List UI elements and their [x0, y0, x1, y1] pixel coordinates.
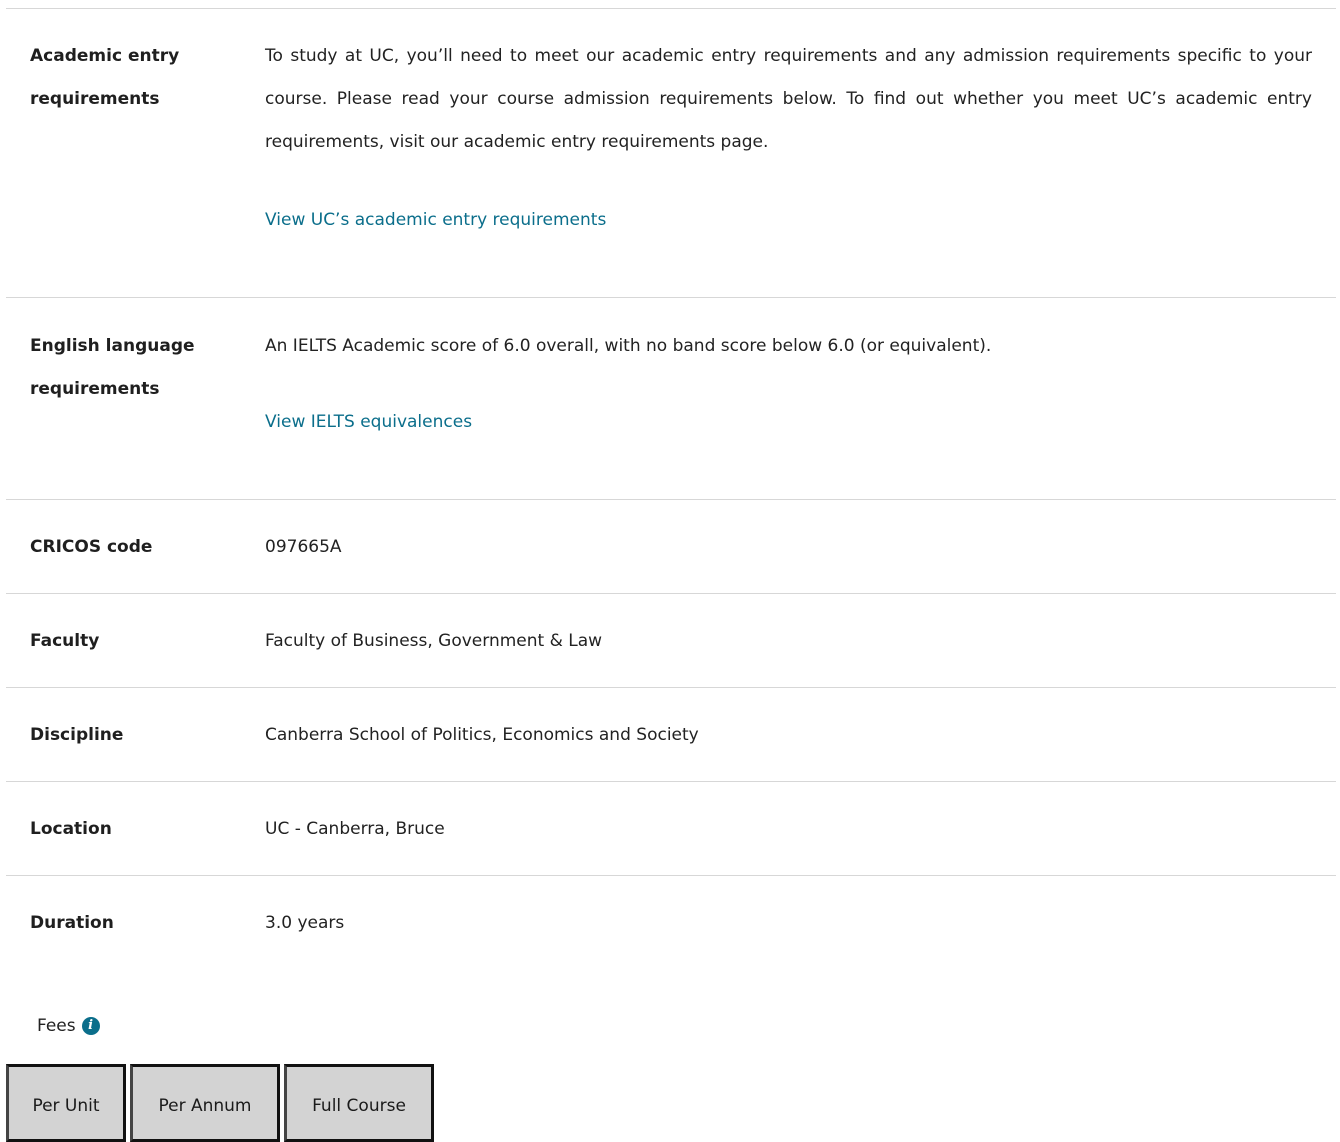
academic-entry-label-line1: Academic entry [30, 46, 180, 66]
location-label: Location [30, 819, 112, 839]
cricos-code-label: CRICOS code [30, 537, 153, 557]
english-language-label-line1: English language [30, 336, 195, 356]
duration-value: 3.0 years [265, 913, 345, 933]
academic-entry-requirements-link[interactable]: View UC’s academic entry requirements [265, 208, 606, 232]
divider [6, 687, 1336, 688]
discipline-value: Canberra School of Politics, Economics a… [265, 725, 699, 745]
info-circle-icon[interactable]: i [81, 1017, 100, 1035]
tab-full-course[interactable]: Full Course [284, 1064, 434, 1142]
tab-per-annum[interactable]: Per Annum [130, 1064, 280, 1142]
fees-title: Fees [37, 1016, 76, 1036]
academic-entry-label-line2: requirements [30, 89, 160, 109]
english-language-label: English language requirements [30, 325, 230, 411]
divider [6, 875, 1336, 876]
divider [6, 499, 1336, 500]
divider [6, 781, 1336, 782]
location-value: UC - Canberra, Bruce [265, 819, 445, 839]
academic-entry-text: To study at UC, you’ll need to meet our … [265, 46, 1312, 152]
faculty-value: Faculty of Business, Government & Law [265, 631, 603, 651]
divider [6, 297, 1336, 298]
duration-label: Duration [30, 913, 114, 933]
course-details-page: Academic entry requirements To study at … [0, 0, 1340, 1142]
discipline-label: Discipline [30, 725, 124, 745]
divider [6, 8, 1336, 9]
tab-per-unit[interactable]: Per Unit [6, 1064, 126, 1142]
english-language-text: An IELTS Academic score of 6.0 overall, … [265, 336, 992, 356]
cricos-code-value: 097665A [265, 537, 342, 557]
fees-heading: Fees i [37, 1014, 100, 1038]
faculty-label: Faculty [30, 631, 100, 651]
divider [6, 593, 1336, 594]
english-language-label-line2: requirements [30, 379, 160, 399]
academic-entry-label: Academic entry requirements [30, 35, 230, 121]
ielts-equivalences-link[interactable]: View IELTS equivalences [265, 410, 472, 434]
